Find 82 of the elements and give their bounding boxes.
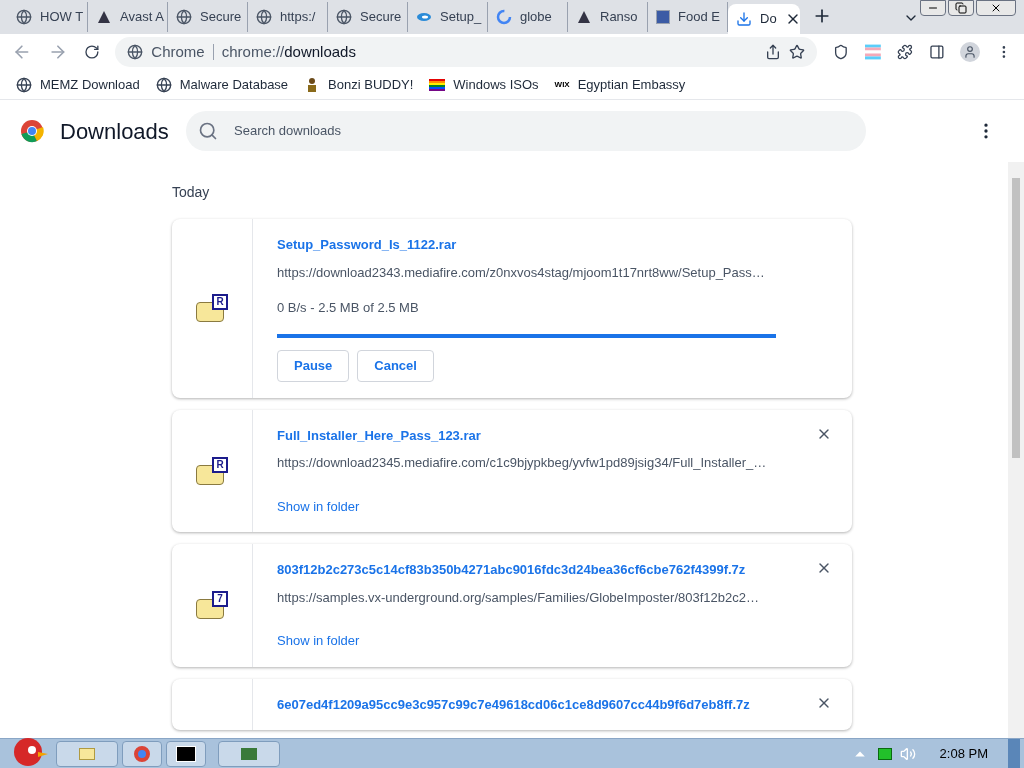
download-status: 0 B/s - 2.5 MB of 2.5 MB (277, 299, 420, 317)
tab-title: https:/ (280, 8, 316, 27)
network-icon[interactable] (877, 747, 892, 760)
bookmark-item[interactable]: WIX Egyptian Embassy (554, 74, 686, 95)
pause-button[interactable]: Pause (277, 349, 350, 382)
bookmark-item[interactable]: MEMZ Download (16, 74, 140, 95)
browser-tab[interactable]: Setup_ (408, 2, 488, 32)
bookmark-item[interactable]: Malware Database (155, 74, 289, 95)
show-in-folder-link[interactable]: Show in folder (277, 631, 828, 651)
minimize-button[interactable] (920, 0, 946, 16)
browser-tab[interactable]: Secure (168, 2, 248, 32)
close-icon (990, 2, 1002, 14)
square-icon (656, 10, 670, 24)
globe-icon (336, 9, 352, 25)
bookmark-item[interactable]: Windows ISOs (429, 74, 539, 95)
share-icon[interactable] (765, 44, 782, 60)
file-name-link[interactable]: 803f12b2c273c5c14cf83b350b4271abc9016fdc3d24bea36cf6cbe762f4399f.7z (277, 560, 828, 580)
search-placeholder: Search downloads (234, 122, 341, 141)
scrollbar[interactable] (1008, 162, 1024, 738)
wix-logo: WIX (554, 78, 570, 91)
tab-title: Setup_ (440, 8, 482, 27)
chrome-logo-icon (20, 119, 44, 143)
globe-icon (127, 44, 144, 60)
profile-avatar[interactable] (960, 42, 981, 62)
restore-button[interactable] (948, 0, 974, 16)
reload-button[interactable] (83, 44, 100, 60)
extensions-icon[interactable] (896, 44, 913, 60)
browser-tab[interactable]: Secure (328, 2, 408, 32)
bookmark-label: Malware Database (179, 75, 289, 94)
globe-icon (176, 9, 192, 25)
tab-title: Avast A (120, 8, 164, 27)
bookmark-label: Egyptian Embassy (577, 75, 686, 94)
logo-icon (576, 9, 592, 25)
tab-title: Do (760, 10, 777, 29)
g-logo-icon (496, 9, 512, 25)
file-name-link[interactable]: Full_Installer_Here_Pass_123.rar (277, 425, 828, 445)
shield-extension-icon[interactable] (833, 44, 849, 60)
bookmark-label: MEMZ Download (40, 75, 140, 94)
globe-icon (256, 9, 272, 25)
download-icon (736, 11, 752, 27)
browser-tab[interactable]: https:/ (248, 2, 328, 32)
search-field[interactable]: Search downloads (186, 111, 866, 151)
tab-title: Secure (360, 8, 402, 27)
rainbow-flag-icon (429, 76, 446, 93)
file-name-link[interactable]: 6e07ed4f1209a95cc9e3c957c99c7e49618cd06c1ce8d9607cc44b9f6d7eb8ff.7z (277, 694, 828, 714)
globe-icon (16, 9, 32, 25)
browser-tab[interactable]: HOW T (8, 2, 88, 32)
cancel-button[interactable]: Cancel (357, 349, 434, 382)
search-icon (198, 121, 218, 141)
site-label: Chrome (151, 41, 205, 62)
restore-icon (955, 2, 967, 14)
tab-title: HOW T (40, 8, 84, 27)
logo-icon (96, 9, 112, 25)
bookmark-item[interactable]: Bonzi BUDDY! (304, 74, 414, 95)
side-panel-icon[interactable] (928, 44, 945, 60)
section-heading: Today (172, 183, 211, 202)
clock[interactable]: 2:08 PM (939, 743, 988, 764)
file-url: https://download2345.mediafire.com/c1c9bjypkbeg/yvfw1pd89jsig34/Full_Installer_… (277, 454, 768, 472)
tab-title: Food E (678, 8, 720, 27)
tab-title: globe (520, 8, 552, 27)
browser-tab[interactable]: Ranso (568, 2, 648, 32)
browser-tab[interactable]: Avast A (88, 2, 168, 32)
globe-icon (155, 76, 172, 93)
globe-icon (16, 76, 32, 93)
browser-tab[interactable]: globe (488, 2, 568, 32)
browser-tab[interactable]: Food E (648, 2, 728, 32)
show-in-folder-link[interactable]: Show in folder (277, 496, 828, 516)
file-name-link[interactable]: Setup_Password_Is_1122.rar (277, 235, 828, 255)
tab-title: Secure (200, 8, 242, 27)
tab-title: Ranso (600, 8, 638, 27)
close-window-button[interactable] (976, 0, 1016, 16)
url-text: chrome://downloads (221, 41, 356, 62)
bookmark-label: Bonzi BUDDY! (328, 75, 414, 94)
taskbar-archiver-button[interactable] (166, 740, 206, 767)
taskbar-app-button[interactable] (218, 740, 280, 767)
bookmark-star-icon[interactable] (789, 44, 806, 60)
file-url: https://download2343.mediafire.com/z0nxvos4stag/mjoom1t17nrt8ww/Setup_Pass… (277, 263, 766, 282)
bookmark-label: Windows ISOs (453, 75, 539, 94)
file-url: https://samples.vx-underground.org/samples/Families/GlobeImposter/803f12b2c2… (277, 588, 760, 607)
page-title: Downloads (60, 117, 170, 146)
address-bar[interactable]: Chrome chrome://downloads (115, 37, 818, 67)
browser-tab[interactable]: Do (728, 4, 800, 34)
